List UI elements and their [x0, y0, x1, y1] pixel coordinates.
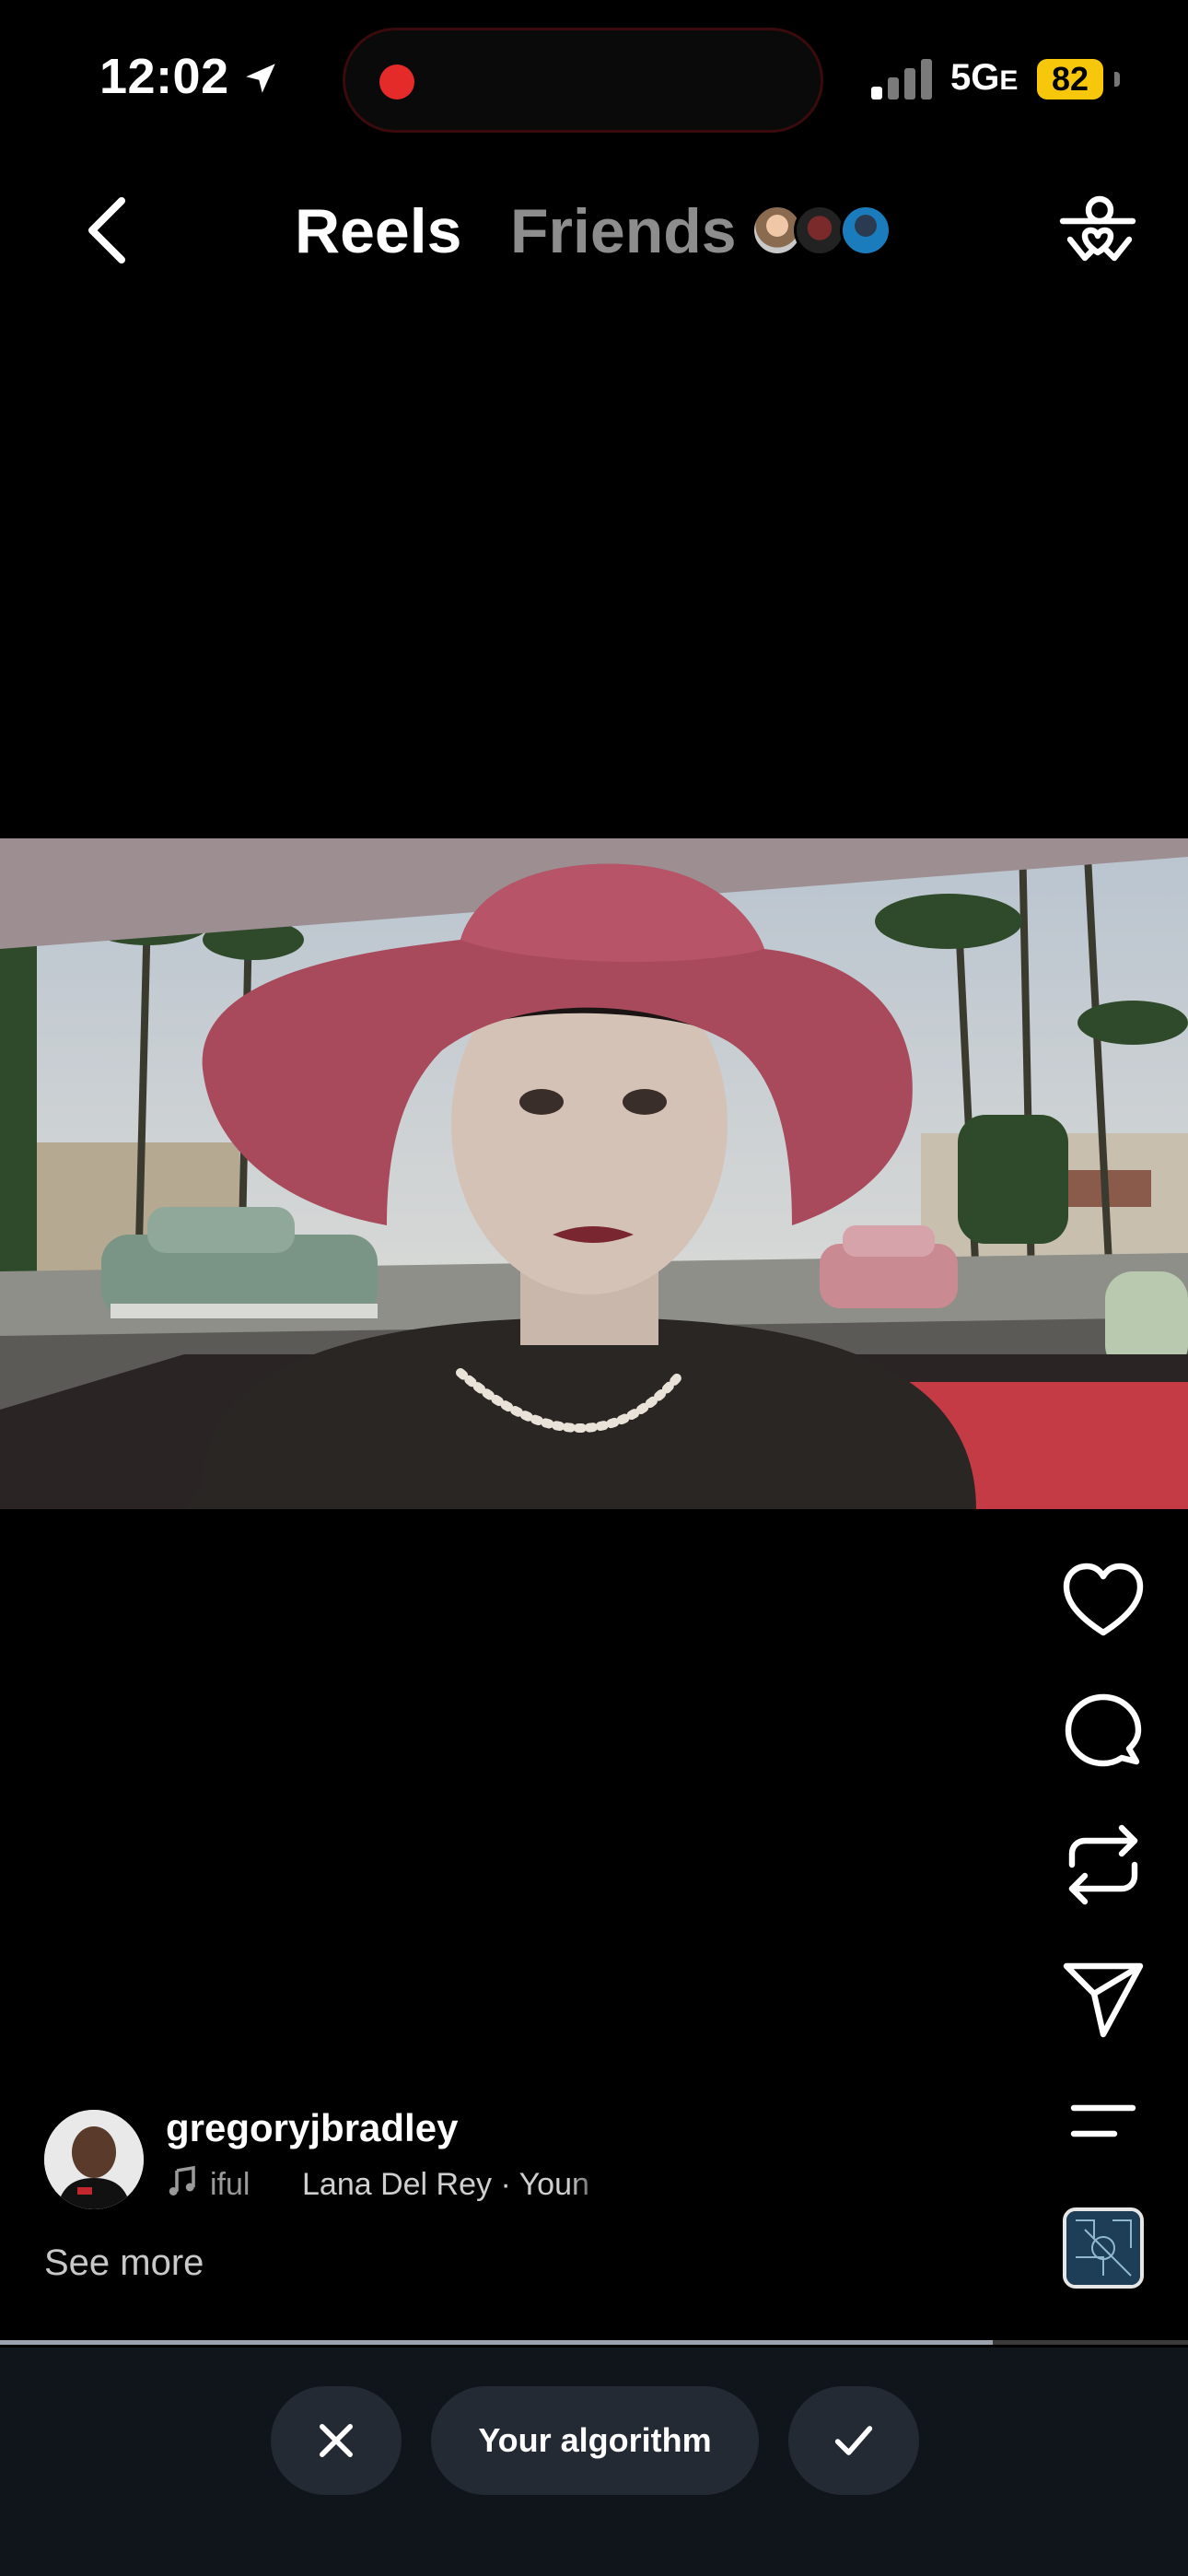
author-username[interactable]: gregoryjbradley: [166, 2106, 458, 2150]
share-button[interactable]: [1059, 1955, 1147, 2043]
confirm-button[interactable]: [788, 2386, 919, 2495]
repost-button[interactable]: [1059, 1821, 1147, 1909]
see-more-link[interactable]: See more: [44, 2242, 204, 2284]
audio-artist[interactable]: Lana Del Rey · Youn: [302, 2167, 615, 2203]
filter-icon: [1059, 195, 1136, 262]
filter-button[interactable]: [1059, 195, 1136, 269]
tab-friends[interactable]: Friends: [510, 195, 737, 267]
dismiss-button[interactable]: [271, 2386, 402, 2495]
audio-title[interactable]: iful: [210, 2167, 250, 2203]
more-icon: [1070, 2104, 1136, 2137]
video-progress-fill: [0, 2340, 994, 2345]
reel-video[interactable]: [0, 838, 1188, 1509]
location-arrow-icon: [246, 64, 275, 93]
author-avatar[interactable]: [44, 2110, 144, 2209]
check-icon: [834, 2426, 873, 2455]
repost-icon: [1068, 1824, 1138, 1905]
like-button[interactable]: [1059, 1557, 1147, 1645]
video-frame-illustration: [0, 838, 1188, 1509]
close-icon: [320, 2424, 353, 2457]
audio-cover-image: [1066, 2211, 1140, 2285]
comment-button[interactable]: [1059, 1688, 1147, 1776]
battery-level: 82: [1037, 59, 1103, 100]
heart-icon: [1063, 1563, 1144, 1636]
status-time: 12:02: [99, 49, 229, 104]
tab-reels[interactable]: Reels: [295, 195, 461, 267]
battery-tip: [1114, 72, 1120, 87]
network-type: 5GE: [950, 57, 1019, 98]
back-icon: [88, 197, 125, 263]
avatar-image: [44, 2110, 144, 2209]
comment-icon: [1065, 1693, 1142, 1767]
more-options-button[interactable]: [1059, 2078, 1147, 2167]
cellular-signal-icon: [871, 59, 932, 100]
audio-cover-button[interactable]: [1063, 2207, 1144, 2289]
friend-avatar: [794, 205, 845, 256]
friend-avatar: [840, 205, 891, 256]
your-algorithm-button[interactable]: Your algorithm: [431, 2386, 759, 2495]
share-icon: [1063, 1962, 1144, 2038]
back-button[interactable]: [74, 193, 138, 267]
music-note-icon: [169, 2165, 195, 2195]
dynamic-island: [343, 28, 823, 133]
recording-indicator-icon: [379, 64, 414, 100]
